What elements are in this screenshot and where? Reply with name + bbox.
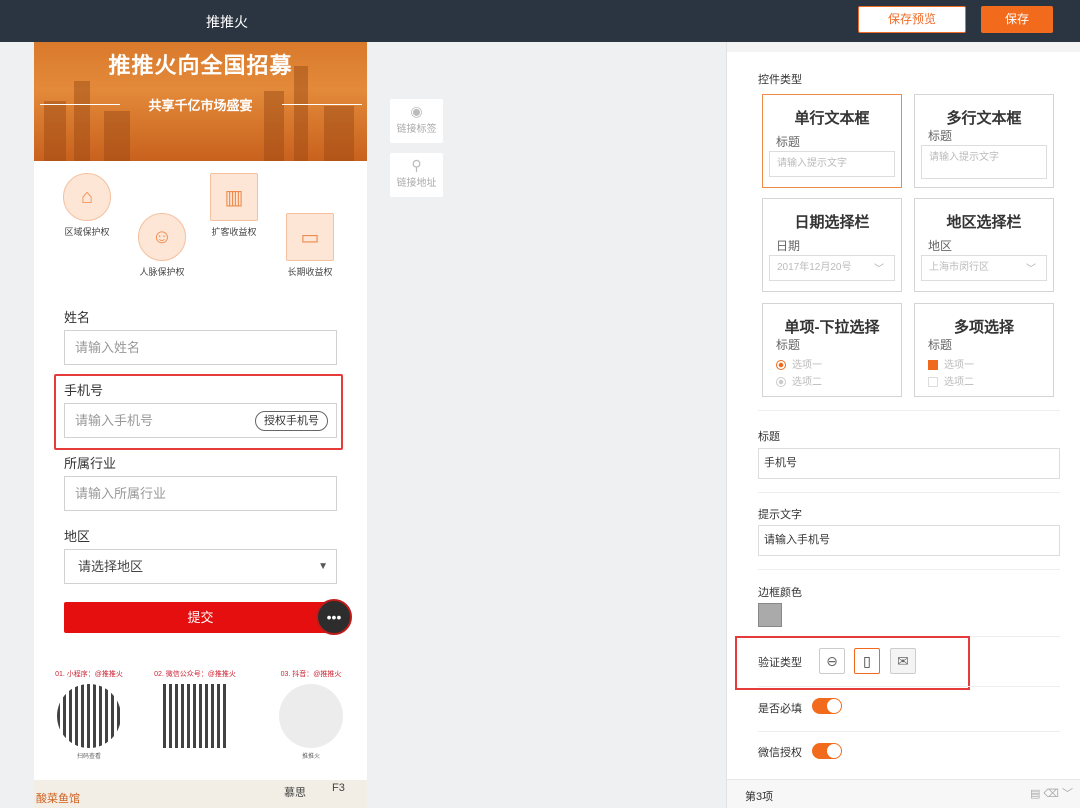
chart-icon: ▥ xyxy=(210,173,258,221)
control-type-dropdown[interactable]: 单项-下拉选择 标题 选项一 选项二 xyxy=(762,303,902,397)
save-button[interactable]: 保存 xyxy=(981,6,1053,33)
control-type-single-line[interactable]: 单行文本框 标题 请输入提示文字 xyxy=(762,94,902,188)
top-bar: 推推火 保存预览 保存 xyxy=(0,0,1080,42)
banner-title: 推推火向全国招募 xyxy=(108,53,293,78)
shield-icon: ⌂ xyxy=(63,173,111,221)
tray-icon: ▭ xyxy=(286,213,334,261)
industry-input[interactable]: 请输入所属行业 xyxy=(64,476,337,511)
properties-panel: 控件类型 单行文本框 标题 请输入提示文字 多行文本框 标题 请输入提示文字 日… xyxy=(726,42,1080,808)
qr-sub: 推推火 xyxy=(301,754,320,760)
region-select[interactable]: 请选择地区 ▼ xyxy=(64,549,337,584)
required-toggle[interactable] xyxy=(812,698,842,714)
submit-button[interactable]: 提交 xyxy=(64,602,337,633)
hint-input[interactable]: 请输入手机号 xyxy=(758,525,1060,556)
radio-icon xyxy=(776,360,786,371)
chat-icon[interactable]: ••• xyxy=(316,599,352,635)
user-icon: ☺ xyxy=(138,213,186,261)
qr-wechat: 02. 微信公众号：@推推火 xyxy=(150,669,240,751)
qr-caption: 03. 抖音：@推推火 xyxy=(280,671,342,678)
mobile-icon[interactable]: ▯ xyxy=(854,648,880,674)
right-label: 区域保护权 xyxy=(64,227,110,237)
banner-subtitle: 共享千亿市场盛宴 xyxy=(148,98,253,113)
qr-caption: 01. 小程序：@推推火 xyxy=(55,671,123,678)
map-strip: 酸菜鱼馆 慕思 F3 xyxy=(34,780,367,808)
name-input[interactable]: 请输入姓名 xyxy=(64,330,337,365)
app-title: 推推火 xyxy=(206,14,248,30)
section-actions-icon[interactable]: ▤ ⌫ ﹀ xyxy=(1030,785,1073,801)
chevron-down-icon: ﹀ xyxy=(1026,264,1036,275)
no-verify-icon[interactable]: ⊖ xyxy=(819,648,845,674)
authorize-phone-button[interactable]: 授权手机号 xyxy=(255,411,328,431)
qr-douyin: 03. 抖音：@推推火 推推火 xyxy=(266,669,356,760)
region-placeholder: 请选择地区 xyxy=(78,559,144,574)
email-icon[interactable]: ✉ xyxy=(890,648,916,674)
link-tag-tool[interactable]: ◉ 链接标签 xyxy=(390,99,443,143)
control-type-multi-select[interactable]: 多项选择 标题 选项一 选项二 xyxy=(914,303,1054,397)
required-label: 是否必填 xyxy=(758,703,802,715)
section-3-label: 第3项 xyxy=(745,791,774,803)
qr-code-icon xyxy=(279,684,343,748)
link-address-label: 链接地址 xyxy=(396,178,437,189)
qr-miniprogram: 01. 小程序：@推推火 扫码查看 xyxy=(44,669,134,760)
phone-label: 手机号 xyxy=(64,383,104,398)
wechat-auth-toggle[interactable] xyxy=(812,743,842,759)
checkbox-icon xyxy=(928,360,938,371)
hint-label: 提示文字 xyxy=(758,509,802,521)
section-3-header[interactable]: 第3项 ▤ ⌫ ﹀ xyxy=(727,779,1080,808)
title-input[interactable]: 手机号 xyxy=(758,448,1060,479)
border-color-swatch[interactable] xyxy=(758,603,782,627)
link-tag-label: 链接标签 xyxy=(396,124,437,135)
verify-type-label: 验证类型 xyxy=(758,657,802,669)
checkbox-icon xyxy=(928,377,938,388)
control-type-multi-line[interactable]: 多行文本框 标题 请输入提示文字 xyxy=(914,94,1054,188)
map-floor: F3 xyxy=(332,782,345,794)
qr-code-icon xyxy=(163,684,227,748)
link-address-tool[interactable]: ⚲ 链接地址 xyxy=(390,153,443,197)
phone-input[interactable]: 请输入手机号 授权手机号 xyxy=(64,403,337,438)
industry-label: 所属行业 xyxy=(64,456,117,471)
map-label-left: 酸菜鱼馆 xyxy=(36,793,80,805)
qr-sub: 扫码查看 xyxy=(76,754,101,760)
qr-caption: 02. 微信公众号：@推推火 xyxy=(154,671,236,678)
border-color-label: 边框颜色 xyxy=(758,587,802,599)
phone-placeholder: 请输入手机号 xyxy=(75,413,154,428)
dropdown-arrow-icon: ▼ xyxy=(318,561,328,572)
rights-section: ⌂ 区域保护权 ▥ 扩客收益权 ☺ 人脉保护权 ▭ 长期收益权 xyxy=(34,161,367,301)
title-label: 标题 xyxy=(758,431,780,443)
eye-icon: ◉ xyxy=(410,103,423,119)
right-label: 扩客收益权 xyxy=(211,227,257,237)
link-icon: ⚲ xyxy=(411,157,422,173)
radio-icon xyxy=(776,377,786,388)
map-label-right: 慕思 xyxy=(284,787,306,799)
control-type-region[interactable]: 地区选择栏 地区 上海市闵行区 ﹀ xyxy=(914,198,1054,292)
chevron-down-icon: ﹀ xyxy=(874,264,884,275)
save-preview-button[interactable]: 保存预览 xyxy=(858,6,966,33)
wechat-auth-label: 微信授权 xyxy=(758,747,802,759)
phone-preview: 推推火向全国招募 共享千亿市场盛宴 ⌂ 区域保护权 ▥ 扩客收益权 ☺ 人脉保护… xyxy=(34,42,367,808)
control-type-label: 控件类型 xyxy=(758,74,802,86)
qr-code-icon xyxy=(57,684,121,748)
right-label: 人脉保护权 xyxy=(139,267,185,277)
right-label: 长期收益权 xyxy=(287,267,333,277)
banner: 推推火向全国招募 共享千亿市场盛宴 xyxy=(34,42,367,161)
name-label: 姓名 xyxy=(64,310,91,325)
region-label: 地区 xyxy=(64,529,91,544)
control-type-date[interactable]: 日期选择栏 日期 2017年12月20号 ﹀ xyxy=(762,198,902,292)
